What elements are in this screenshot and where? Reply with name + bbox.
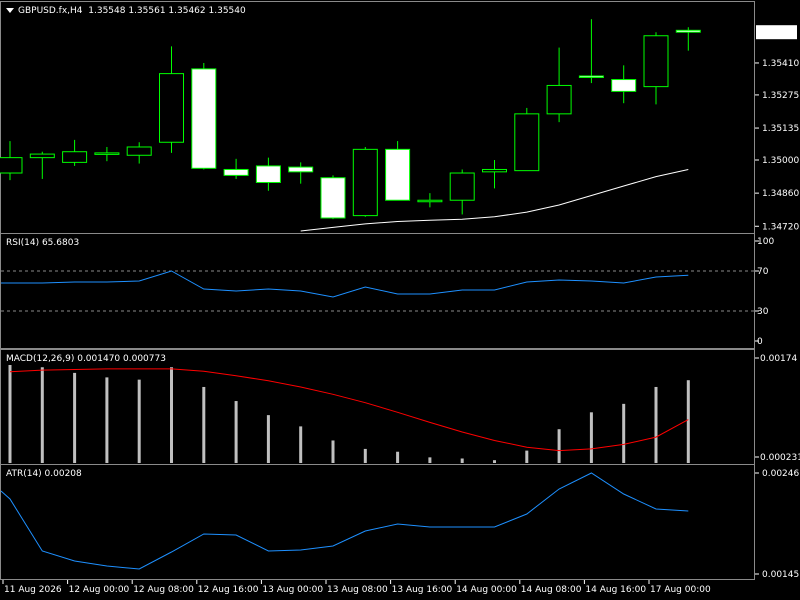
time-tick-label: 14 Aug 00:00: [456, 585, 517, 595]
rsi-tick-label: 70: [757, 267, 769, 277]
macd-tick-label: 0.000231: [760, 453, 800, 463]
candle-body: [288, 166, 314, 173]
candle-body: [223, 168, 249, 176]
candle-body: [385, 148, 411, 201]
macd-tick-label: 0.00174: [760, 354, 797, 364]
time-tick-label: 12 Aug 00:00: [69, 585, 130, 595]
price-tick-label: 1.34860: [762, 189, 799, 199]
chart-canvas: 1.35410 1.35275 1.35135 1.35000 1.34860 1.347…: [0, 19, 800, 595]
macd-histogram-bar: [331, 440, 335, 463]
macd-histogram-bar: [8, 365, 12, 463]
time-tick-label: 13 Aug 16:00: [392, 585, 453, 595]
time-tick-label: 13 Aug 08:00: [327, 585, 388, 595]
macd-histogram-bar: [589, 412, 593, 463]
macd-histogram-bar: [654, 386, 658, 463]
price-tick-label: 1.35275: [762, 91, 799, 101]
macd-histogram-bar: [234, 401, 238, 463]
candle-body: [62, 151, 88, 163]
time-tick-label: 12 Aug 16:00: [198, 585, 259, 595]
candle-body: [514, 113, 540, 172]
macd-histogram-bar: [73, 372, 77, 463]
time-tick-label: 14 Aug 16:00: [585, 585, 646, 595]
rsi-tick-label: 30: [757, 307, 769, 317]
macd-signal-line: [9, 368, 689, 452]
macd-histogram-bar: [105, 377, 109, 463]
candle-body: [417, 199, 443, 203]
atr-tick-label: 0.00246: [762, 469, 799, 479]
candle-body: [352, 148, 378, 217]
macd-histogram-bar: [202, 386, 206, 463]
time-tick-label: 17 Aug 00:00: [650, 585, 711, 595]
macd-histogram-bar: [557, 429, 561, 463]
candle-body: [159, 73, 184, 143]
candle-body: [643, 35, 669, 88]
atr-line: [0, 472, 689, 570]
candle-body: [29, 153, 55, 159]
time-tick-label: 13 Aug 00:00: [262, 585, 323, 595]
macd-histogram-bar: [622, 403, 626, 463]
candle-body: [546, 84, 572, 115]
time-tick-label: 11 Aug 2026: [4, 585, 62, 595]
macd-histogram-bar: [40, 367, 44, 463]
candle-body: [0, 157, 23, 174]
candle-body: [126, 146, 152, 156]
macd-histogram-bar: [493, 460, 496, 463]
price-tick-label: 1.35410: [762, 59, 799, 69]
time-tick-label: 14 Aug 08:00: [521, 585, 582, 595]
candle-body: [482, 168, 507, 173]
macd-histogram-bar: [686, 380, 690, 463]
candle-body: [675, 29, 701, 33]
macd-histogram-bar: [137, 379, 141, 463]
macd-histogram-bar: [266, 415, 270, 463]
candle-body: [320, 177, 346, 219]
price-tick-label: 1.35000: [762, 156, 799, 166]
candle-body: [255, 165, 281, 183]
macd-histogram-bar: [428, 457, 432, 463]
macd-histogram-bar: [525, 450, 529, 463]
time-tick-label: 12 Aug 08:00: [133, 585, 194, 595]
price-tick-label: 1.34720: [762, 222, 799, 232]
macd-histogram-bar: [170, 367, 173, 463]
candle-body: [611, 79, 637, 92]
current-price-label: 1.35540: [759, 28, 796, 38]
macd-histogram-bar: [299, 426, 303, 463]
macd-histogram-bar: [363, 448, 367, 463]
candle-body: [578, 75, 604, 78]
candle-body: [94, 152, 120, 155]
rsi-tick-label: 0: [757, 337, 763, 347]
price-tick-label: 1.35135: [762, 124, 799, 134]
macd-histogram-bar: [396, 451, 400, 463]
macd-histogram-bar: [460, 458, 464, 463]
rsi-tick-label: 100: [757, 237, 774, 247]
candle-body: [191, 68, 217, 169]
candle-body: [449, 172, 475, 201]
atr-tick-label: 0.00145: [762, 570, 799, 580]
rsi-line: [1, 270, 689, 298]
